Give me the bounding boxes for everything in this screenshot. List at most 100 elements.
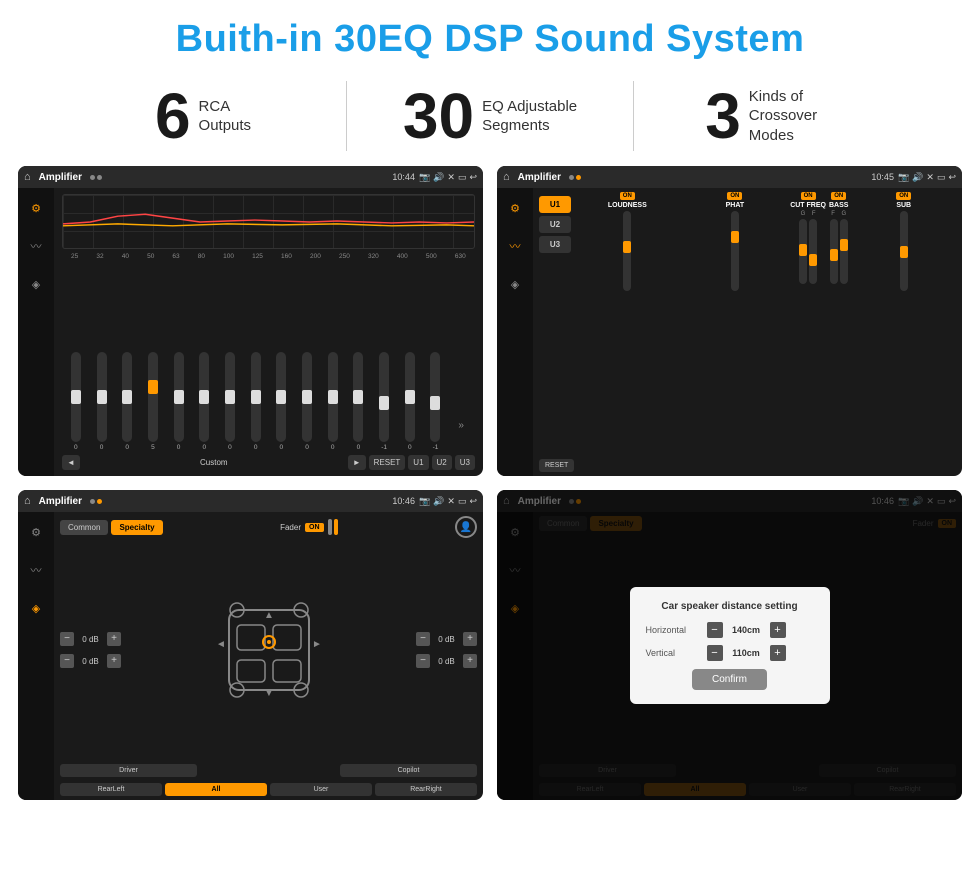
eq-u3-btn[interactable]: U3 xyxy=(455,455,475,470)
dialog-horizontal-plus[interactable]: + xyxy=(770,622,786,638)
eq-sidebar-icon-3[interactable]: ◈ xyxy=(24,272,48,296)
slider-thumb-1[interactable] xyxy=(97,390,107,404)
vol-minus-br[interactable]: − xyxy=(416,654,430,668)
fader-sidebar-icon-2[interactable]: 〰 xyxy=(24,558,48,582)
ch-slider-bass-g[interactable] xyxy=(840,219,848,284)
vol-plus-tl[interactable]: + xyxy=(107,632,121,646)
crossover-sidebar-icon-3[interactable]: ◈ xyxy=(503,272,527,296)
crossover-sidebar-icon-1[interactable]: ⚙ xyxy=(503,196,527,220)
vol-plus-bl[interactable]: + xyxy=(107,654,121,668)
stat-crossover: 3 Kinds of Crossover Modes xyxy=(634,84,920,148)
slider-track-3[interactable] xyxy=(148,352,158,442)
eq-slider-6: 0 xyxy=(218,352,242,451)
slider-thumb-13[interactable] xyxy=(405,390,415,404)
eq-reset-btn[interactable]: RESET xyxy=(369,455,406,470)
slider-track-5[interactable] xyxy=(199,352,209,442)
slider-thumb-11[interactable] xyxy=(353,390,363,404)
crossover-sidebar-icon-2[interactable]: 〰 xyxy=(503,234,527,258)
slider-thumb-2[interactable] xyxy=(122,390,132,404)
eq-prev-btn[interactable]: ◄ xyxy=(62,455,80,470)
eq-sidebar-icon-1[interactable]: ⚙ xyxy=(24,196,48,220)
confirm-button[interactable]: Confirm xyxy=(692,669,767,690)
dialog-screen-card: ⌂ Amplifier 10:46 📷 🔊 ✕ ▭ ↩ ⚙ 〰 ◈ xyxy=(497,490,962,800)
slider-track-2[interactable] xyxy=(122,352,132,442)
slider-thumb-8[interactable] xyxy=(276,390,286,404)
vol-plus-tr[interactable]: + xyxy=(463,632,477,646)
ch-slider-bass-f[interactable] xyxy=(830,219,838,284)
slider-thumb-10[interactable] xyxy=(328,390,338,404)
nav-copilot[interactable]: Copilot xyxy=(340,764,477,777)
vol-minus-tr[interactable]: − xyxy=(416,632,430,646)
eq-u1-btn[interactable]: U1 xyxy=(408,455,428,470)
vol-minus-tl[interactable]: − xyxy=(60,632,74,646)
slider-track-1[interactable] xyxy=(97,352,107,442)
slider-thumb-4[interactable] xyxy=(174,390,184,404)
slider-track-4[interactable] xyxy=(174,352,184,442)
slider-thumb-3[interactable] xyxy=(148,380,158,394)
slider-track-10[interactable] xyxy=(328,352,338,442)
eq-screen-content: ⚙ 〰 ◈ 25 32 40 50 63 80 xyxy=(18,188,483,476)
slider-track-7[interactable] xyxy=(251,352,261,442)
dialog-horizontal-minus[interactable]: − xyxy=(707,622,723,638)
expand-icon[interactable]: » xyxy=(458,420,464,431)
dialog-overlay: Car speaker distance setting Horizontal … xyxy=(497,490,962,800)
fader-bottom-nav-2: RearLeft All User RearRight xyxy=(60,783,477,796)
fader-time: 10:46 xyxy=(392,496,415,506)
ch-thumb-phat[interactable] xyxy=(731,231,739,243)
nav-rearright[interactable]: RearRight xyxy=(375,783,477,796)
eq-u2-btn[interactable]: U2 xyxy=(432,455,452,470)
slider-track-9[interactable] xyxy=(302,352,312,442)
vol-minus-bl[interactable]: − xyxy=(60,654,74,668)
eq-sliders-row: 0 0 0 xyxy=(62,262,475,451)
eq-next-btn[interactable]: ► xyxy=(348,455,366,470)
fader-sidebar-icon-1[interactable]: ⚙ xyxy=(24,520,48,544)
ch-thumb-sub[interactable] xyxy=(900,246,908,258)
ch-slider-cutfreq-g[interactable] xyxy=(799,219,807,284)
preset-u1-btn[interactable]: U1 xyxy=(539,196,571,213)
crossover-reset-btn[interactable]: RESET xyxy=(539,459,574,472)
dialog-vertical-plus[interactable]: + xyxy=(770,645,786,661)
ch-slider-loudness[interactable] xyxy=(623,211,631,291)
slider-val-4: 0 xyxy=(177,444,181,451)
slider-thumb-7[interactable] xyxy=(251,390,261,404)
preset-u3-btn[interactable]: U3 xyxy=(539,236,571,253)
eq-sidebar-icon-2[interactable]: 〰 xyxy=(24,234,48,258)
tab-specialty[interactable]: Specialty xyxy=(111,520,162,535)
ch-label-bass: BASS xyxy=(829,202,848,209)
crossover-reset-row: RESET xyxy=(539,459,956,472)
slider-thumb-5[interactable] xyxy=(199,390,209,404)
nav-user[interactable]: User xyxy=(270,783,372,796)
fader-control: Fader ON xyxy=(280,519,337,535)
fader-tab-row: Common Specialty xyxy=(60,520,163,535)
slider-thumb-12[interactable] xyxy=(379,396,389,410)
slider-thumb-14[interactable] xyxy=(430,396,440,410)
slider-track-12[interactable] xyxy=(379,352,389,442)
svg-text:▼: ▼ xyxy=(264,688,274,699)
ch-slider-cutfreq-f[interactable] xyxy=(809,219,817,284)
slider-track-0[interactable] xyxy=(71,352,81,442)
tab-common[interactable]: Common xyxy=(60,520,108,535)
ch-slider-sub[interactable] xyxy=(900,211,908,291)
slider-thumb-6[interactable] xyxy=(225,390,235,404)
slider-track-14[interactable] xyxy=(430,352,440,442)
slider-thumb-0[interactable] xyxy=(71,390,81,404)
dot-o2 xyxy=(97,499,102,504)
slider-track-13[interactable] xyxy=(405,352,415,442)
dialog-vertical-minus[interactable]: − xyxy=(707,645,723,661)
slider-track-6[interactable] xyxy=(225,352,235,442)
ch-slider-phat[interactable] xyxy=(731,211,739,291)
nav-all[interactable]: All xyxy=(165,783,267,796)
fader-sidebar-icon-3[interactable]: ◈ xyxy=(24,596,48,620)
vol-plus-br[interactable]: + xyxy=(463,654,477,668)
slider-thumb-9[interactable] xyxy=(302,390,312,404)
nav-rearleft[interactable]: RearLeft xyxy=(60,783,162,796)
ch-label-phat: PHAT xyxy=(726,202,745,209)
camera-icon-2: 📷 xyxy=(898,172,909,183)
slider-track-8[interactable] xyxy=(276,352,286,442)
ch-thumb-loudness[interactable] xyxy=(623,241,631,253)
nav-driver[interactable]: Driver xyxy=(60,764,197,777)
slider-track-11[interactable] xyxy=(353,352,363,442)
preset-u2-btn[interactable]: U2 xyxy=(539,216,571,233)
crossover-status-icons: 📷 🔊 ✕ ▭ ↩ xyxy=(898,172,956,183)
on-badge-loudness: ON xyxy=(620,192,635,200)
